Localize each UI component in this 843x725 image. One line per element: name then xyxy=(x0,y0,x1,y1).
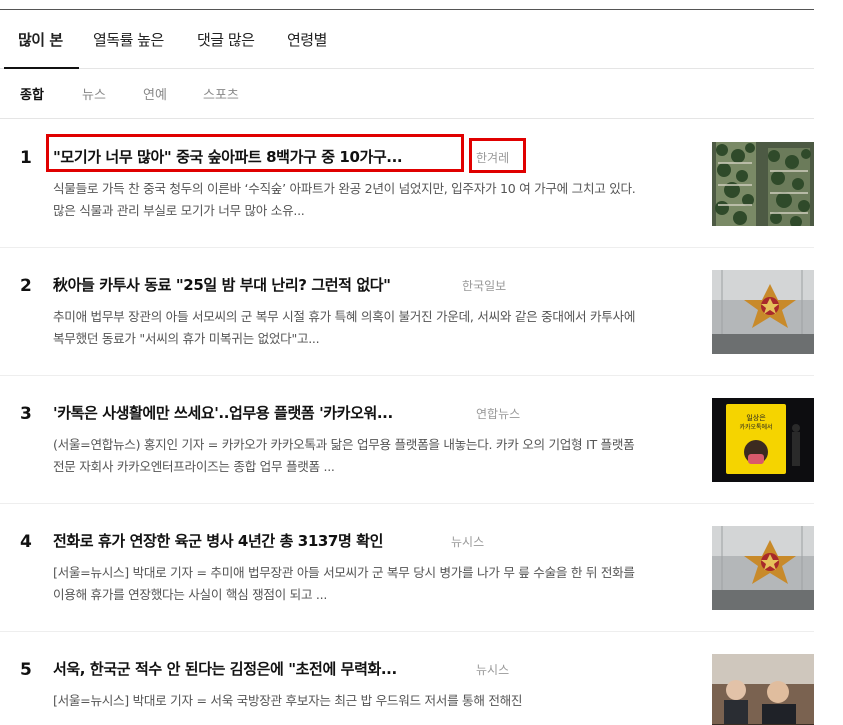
list-item: 1 "모기가 너무 많아" 중국 숲아파트 8백가구 중 10가구... 한겨레… xyxy=(0,120,814,248)
headline-link[interactable]: 秋아들 카투사 동료 "25일 밤 부대 난리? 그런적 없다" xyxy=(53,274,391,295)
rank-number: 4 xyxy=(20,532,32,552)
subtab-entertainment[interactable]: 연예 xyxy=(143,84,167,103)
category-subtabs: 종합 뉴스 연예 스포츠 xyxy=(0,69,814,119)
tab-most-comments[interactable]: 댓글 많은 xyxy=(197,29,255,50)
rank-number: 2 xyxy=(20,276,32,296)
thumbnail-image[interactable] xyxy=(712,654,814,725)
headline-link[interactable]: '카톡은 사생활에만 쓰세요'..업무용 플랫폼 '카카오워... xyxy=(53,402,393,423)
headline-link[interactable]: "모기가 너무 많아" 중국 숲아파트 8백가구 중 10가구... xyxy=(53,146,403,167)
list-item: 2 秋아들 카투사 동료 "25일 밤 부대 난리? 그런적 없다" 한국일보 … xyxy=(0,248,814,376)
summary-text: [서울=뉴시스] 박대로 기자 = 서욱 국방장관 후보자는 최근 밥 우드워드… xyxy=(53,693,523,708)
thumbnail-image[interactable] xyxy=(712,270,814,354)
screen-text: 일상은 xyxy=(746,413,766,422)
summary-text: [서울=뉴시스] 박대로 기자 = 추미애 법무장관 아들 서모씨가 군 복무 … xyxy=(53,565,635,602)
press-name[interactable]: 뉴시스 xyxy=(451,533,484,550)
subtab-news[interactable]: 뉴스 xyxy=(82,84,106,103)
list-item: 3 '카톡은 사생활에만 쓰세요'..업무용 플랫폼 '카카오워... 연합뉴스… xyxy=(0,376,814,504)
summary-text: (서울=연합뉴스) 홍지인 기자 = 카카오가 카카오톡과 닮은 업무용 플랫폼… xyxy=(53,437,635,474)
tab-high-readership[interactable]: 열독률 높은 xyxy=(93,29,164,50)
headline-link[interactable]: 서욱, 한국군 적수 안 된다는 김정은에 "초전에 무력화... xyxy=(53,658,397,679)
tab-by-age[interactable]: 연령별 xyxy=(287,29,327,50)
rank-number: 5 xyxy=(20,660,32,680)
rank-number: 3 xyxy=(20,404,32,424)
summary-text: 추미애 법무부 장관의 아들 서모씨의 군 복무 시절 휴가 특혜 의혹이 불거… xyxy=(53,309,636,346)
press-name[interactable]: 연합뉴스 xyxy=(476,405,520,422)
subtab-all[interactable]: 종합 xyxy=(20,84,44,103)
summary-text: 식물들로 가득 찬 중국 청두의 이른바 ‘수직숲’ 아파트가 완공 2년이 넘… xyxy=(53,181,636,218)
thumbnail-image[interactable]: 일상은 카카오톡에서 xyxy=(712,398,814,482)
tab-most-viewed[interactable]: 많이 본 xyxy=(18,29,63,50)
ranking-tabs: 많이 본 열독률 높은 댓글 많은 연령별 xyxy=(0,10,814,69)
thumbnail-image[interactable] xyxy=(712,526,814,610)
press-name[interactable]: 한국일보 xyxy=(462,277,506,294)
thumbnail-image[interactable] xyxy=(712,142,814,226)
subtab-sports[interactable]: 스포츠 xyxy=(203,84,239,103)
headline-link[interactable]: 전화로 휴가 연장한 육군 병사 4년간 총 3137명 확인 xyxy=(53,530,383,551)
press-name[interactable]: 한겨레 xyxy=(476,149,509,166)
rank-number: 1 xyxy=(20,148,32,168)
press-name[interactable]: 뉴시스 xyxy=(476,661,509,678)
list-item: 4 전화로 휴가 연장한 육군 병사 4년간 총 3137명 확인 뉴시스 [서… xyxy=(0,504,814,632)
list-item: 5 서욱, 한국군 적수 안 된다는 김정은에 "초전에 무력화... 뉴시스 … xyxy=(0,632,814,725)
screen-text: 카카오톡에서 xyxy=(739,423,772,431)
